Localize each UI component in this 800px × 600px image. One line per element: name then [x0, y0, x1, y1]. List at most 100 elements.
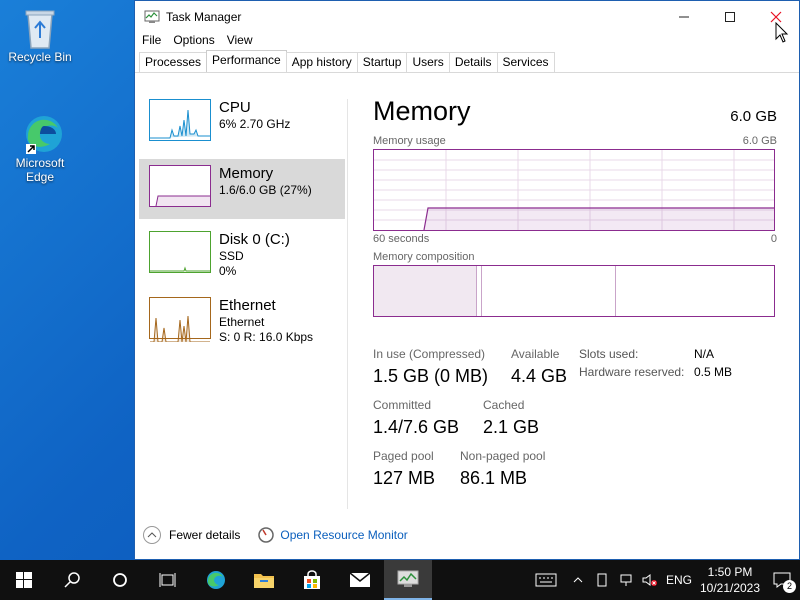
- file-explorer-button[interactable]: [240, 560, 288, 600]
- committed-label: Committed: [373, 398, 432, 412]
- slots-used-label: Slots used:: [579, 347, 639, 361]
- edge-desktop-icon[interactable]: Microsoft Edge: [0, 112, 80, 184]
- cached-value: 2.1 GB: [483, 417, 540, 437]
- ethernet-thumbnail-graph: [149, 297, 211, 343]
- menu-bar: File Options View: [135, 33, 799, 51]
- resource-monitor-icon: [258, 527, 275, 543]
- axis-left-label: 60 seconds: [373, 233, 430, 245]
- memory-heading: Memory: [373, 96, 471, 126]
- taskbar: ENG 1:50 PM 10/21/2023 2: [0, 560, 800, 600]
- memory-composition-bar: [373, 265, 775, 317]
- performance-sidebar: CPU 6% 2.70 GHz Memory 1.6/6.0 GB (27%): [139, 93, 345, 357]
- composition-free: [616, 266, 774, 316]
- sidebar-item-disk[interactable]: Disk 0 (C:) SSD 0%: [139, 225, 345, 285]
- minimize-button[interactable]: [661, 1, 707, 33]
- notification-count-badge: 2: [783, 580, 796, 593]
- mail-icon: [349, 572, 371, 587]
- cpu-usage: 6% 2.70 GHz: [219, 117, 291, 131]
- clock-date: 10/21/2023: [699, 581, 761, 595]
- notification-center-button[interactable]: 2: [764, 560, 800, 600]
- memory-composition-label: Memory composition: [373, 251, 475, 263]
- tab-services[interactable]: Services: [496, 52, 555, 72]
- maximize-button[interactable]: [707, 1, 753, 33]
- memory-title: Memory: [219, 165, 274, 182]
- paged-pool-label: Paged pool: [373, 449, 434, 463]
- title-bar[interactable]: Task Manager: [135, 1, 799, 33]
- memory-usage-label: Memory usage: [373, 135, 446, 147]
- disk-thumbnail-graph: [149, 231, 211, 273]
- system-tray: ENG 1:50 PM 10/21/2023 2: [526, 560, 800, 600]
- cached-label: Cached: [483, 398, 525, 412]
- recycle-bin-desktop-icon[interactable]: Recycle Bin: [0, 6, 80, 64]
- composition-in-use: [374, 266, 477, 316]
- search-icon: [64, 572, 80, 588]
- edge-icon: [20, 112, 62, 154]
- tab-performance[interactable]: Performance: [206, 50, 287, 72]
- store-button[interactable]: [288, 560, 336, 600]
- ethernet-adapter: Ethernet: [219, 315, 265, 329]
- sidebar-divider: [347, 99, 348, 509]
- non-paged-pool-label: Non-paged pool: [460, 449, 546, 463]
- ethernet-title: Ethernet: [219, 297, 276, 314]
- tab-startup[interactable]: Startup: [356, 52, 408, 72]
- tab-app-history[interactable]: App history: [285, 52, 358, 72]
- task-manager-taskbar-button[interactable]: [384, 560, 432, 600]
- edge-label-line1: Microsoft: [15, 156, 65, 170]
- hardware-reserved-label: Hardware reserved:: [579, 365, 685, 379]
- cortana-icon: [113, 573, 127, 587]
- keyboard-icon[interactable]: [526, 560, 566, 600]
- recycle-bin-icon: [20, 6, 60, 49]
- committed-value: 1.4/7.6 GB: [373, 417, 460, 437]
- disk-usage: 0%: [219, 264, 237, 278]
- cortana-button[interactable]: [96, 560, 144, 600]
- chevron-up-icon[interactable]: [143, 526, 161, 544]
- mail-button[interactable]: [336, 560, 384, 600]
- memory-usage-graph: [373, 149, 775, 231]
- tab-details[interactable]: Details: [448, 52, 498, 72]
- open-resource-monitor-link[interactable]: Open Resource Monitor: [280, 528, 407, 542]
- in-use-value: 1.5 GB (0 MB): [373, 366, 489, 386]
- task-manager-icon: [144, 9, 160, 25]
- memory-usage-max: 6.0 GB: [742, 135, 777, 147]
- paged-pool-value: 127 MB: [373, 468, 436, 488]
- menu-view[interactable]: View: [227, 33, 253, 51]
- fewer-details-button[interactable]: Fewer details: [169, 528, 240, 542]
- speaker-muted-icon[interactable]: [638, 560, 662, 600]
- tab-processes[interactable]: Processes: [139, 52, 208, 72]
- task-manager-window: Task Manager File Options View Processes…: [134, 0, 800, 560]
- sidebar-item-ethernet[interactable]: Ethernet Ethernet S: 0 R: 16.0 Kbps: [139, 291, 345, 351]
- clock[interactable]: 1:50 PM 10/21/2023: [696, 564, 764, 596]
- tab-strip: Processes Performance App history Startu…: [135, 50, 799, 73]
- composition-standby: [482, 266, 616, 316]
- sidebar-item-cpu[interactable]: CPU 6% 2.70 GHz: [139, 93, 345, 153]
- clock-time: 1:50 PM: [707, 565, 753, 579]
- search-button[interactable]: [48, 560, 96, 600]
- available-label: Available: [511, 347, 560, 361]
- cpu-thumbnail-graph: [149, 99, 211, 141]
- task-manager-icon: [397, 570, 419, 587]
- non-paged-pool-value: 86.1 MB: [460, 468, 528, 488]
- network-icon[interactable]: [614, 560, 638, 600]
- task-view-icon: [159, 573, 176, 587]
- sidebar-item-memory[interactable]: Memory 1.6/6.0 GB (27%): [139, 159, 345, 219]
- memory-usage: 1.6/6.0 GB (27%): [219, 183, 312, 197]
- start-button[interactable]: [0, 560, 48, 600]
- menu-options[interactable]: Options: [173, 33, 214, 51]
- disk-type: SSD: [219, 249, 244, 263]
- menu-file[interactable]: File: [142, 33, 161, 51]
- tab-users[interactable]: Users: [406, 52, 450, 72]
- chevron-up-icon[interactable]: [566, 560, 590, 600]
- axis-right-label: 0: [770, 233, 777, 245]
- language-indicator[interactable]: ENG: [662, 560, 696, 600]
- edge-taskbar-button[interactable]: [192, 560, 240, 600]
- windows-logo-icon: [16, 572, 32, 588]
- window-title: Task Manager: [166, 10, 242, 24]
- memory-total: 6.0 GB: [730, 108, 777, 125]
- usb-icon[interactable]: [590, 560, 614, 600]
- recycle-bin-label: Recycle Bin: [8, 50, 72, 64]
- task-view-button[interactable]: [144, 560, 192, 600]
- in-use-label: In use (Compressed): [373, 347, 486, 361]
- available-value: 4.4 GB: [511, 366, 568, 386]
- memory-usage-svg: [374, 150, 774, 231]
- store-icon: [304, 570, 320, 589]
